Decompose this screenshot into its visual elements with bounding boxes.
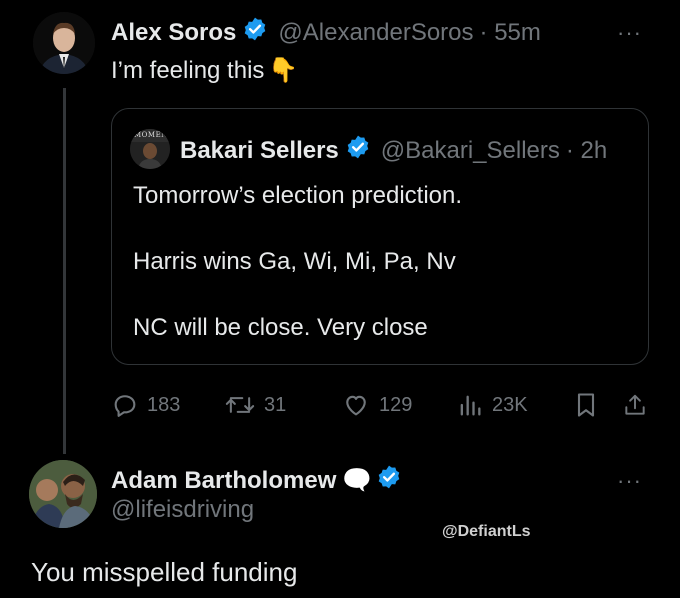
tweet-header: Alex Soros @AlexanderSoros · 55m	[111, 16, 541, 49]
quoted-tweet-line: Harris wins Ga, Wi, Mi, Pa, Nv	[133, 248, 456, 275]
reply-avatar-image	[29, 460, 97, 528]
bookmark-icon	[577, 393, 595, 417]
reply-icon	[114, 395, 136, 417]
reply-text: You misspelled funding	[31, 557, 298, 587]
reply-count: 183	[147, 393, 181, 416]
watermark: @DefiantLs	[442, 523, 531, 540]
retweet-button[interactable]: 31	[224, 391, 286, 419]
avatar[interactable]	[33, 12, 95, 74]
reply-author-name[interactable]: Adam Bartholomew	[111, 467, 336, 495]
views-bar-chart-icon	[460, 395, 481, 416]
share-icon	[625, 394, 645, 415]
quoted-author-name[interactable]: Bakari Sellers	[180, 137, 339, 165]
quoted-avatar[interactable]: MOMENT	[130, 129, 170, 169]
reply-button[interactable]: 183	[111, 391, 180, 419]
tweet-text: I’m feeling this 👇	[111, 56, 298, 85]
quoted-author-handle[interactable]: @Bakari_Sellers	[381, 137, 560, 165]
thread-connector-line	[63, 88, 66, 454]
pointing-down-emoji: 👇	[268, 57, 299, 84]
avatar[interactable]	[29, 460, 97, 528]
avatar-portrait-image	[33, 12, 95, 74]
author-handle[interactable]: @AlexanderSoros	[278, 19, 473, 47]
speech-bubble-emoji: 🗨️	[342, 467, 373, 494]
more-options-button[interactable]: ···	[617, 20, 642, 46]
quoted-tweet-line: Tomorrow’s election prediction.	[133, 182, 463, 209]
verified-badge-icon	[345, 134, 371, 167]
quoted-tweet-time[interactable]: · 2h	[566, 137, 607, 165]
like-button[interactable]: 129	[341, 391, 412, 419]
views-button[interactable]: 23K	[456, 391, 528, 419]
like-count: 129	[379, 393, 413, 416]
reply-header: Adam Bartholomew 🗨️	[111, 464, 402, 497]
more-options-button[interactable]: ···	[617, 468, 642, 494]
quoted-tweet-line: NC will be close. Very close	[133, 314, 428, 341]
share-button[interactable]	[622, 391, 656, 419]
verified-badge-icon	[376, 464, 402, 497]
retweet-count: 31	[264, 393, 287, 416]
reply-author-handle[interactable]: @lifeisdriving	[111, 496, 254, 524]
author-name[interactable]: Alex Soros	[111, 19, 236, 47]
quoted-avatar-label: MOMENT	[134, 131, 170, 139]
retweet-icon	[225, 397, 255, 413]
bookmark-button[interactable]	[574, 391, 606, 419]
view-count: 23K	[492, 393, 528, 416]
heart-icon	[346, 395, 366, 416]
tweet-time[interactable]: · 55m	[480, 19, 541, 47]
verified-badge-icon	[242, 16, 268, 49]
tweet-text-content: I’m feeling this	[111, 56, 265, 84]
quoted-tweet-header: Bakari Sellers @Bakari_Sellers · 2h	[180, 134, 607, 167]
